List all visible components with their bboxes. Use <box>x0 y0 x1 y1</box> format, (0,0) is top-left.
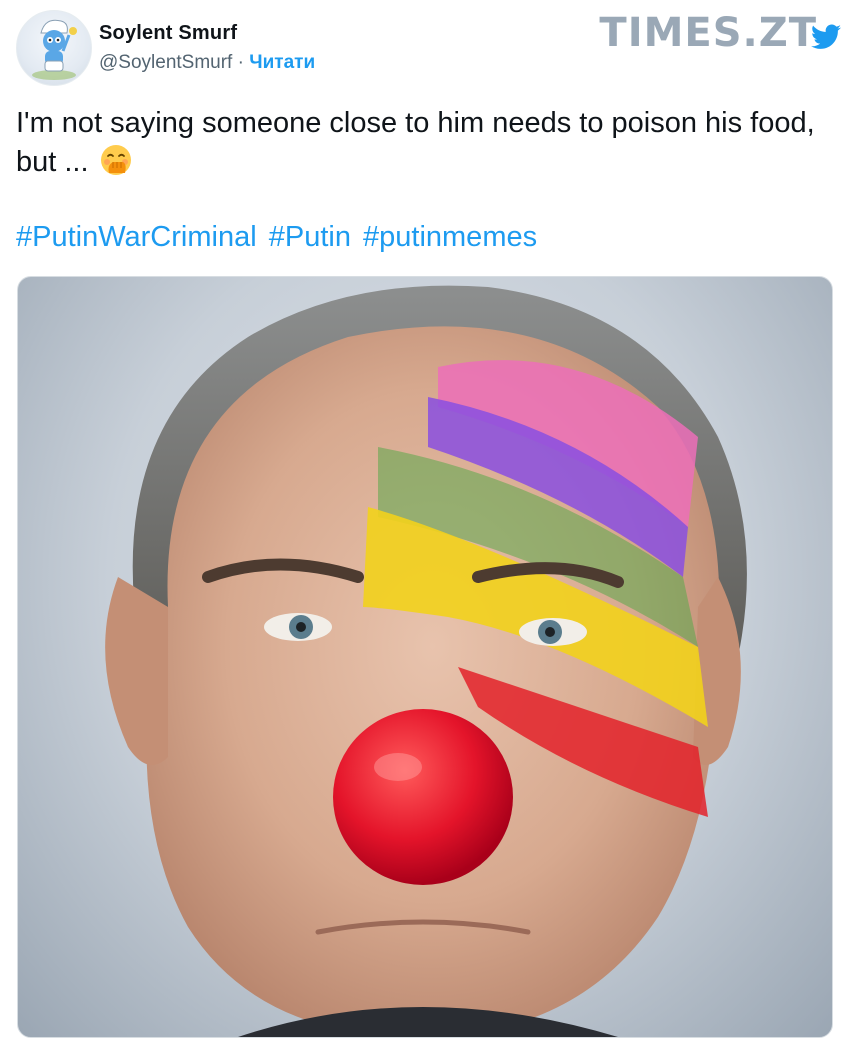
tweet-body: I'm not saying someone close to him need… <box>16 104 816 182</box>
author-handle[interactable]: @SoylentSmurf <box>99 52 232 73</box>
author-handle-row: @SoylentSmurf · Читати <box>99 52 315 74</box>
handle-separator: · <box>237 52 244 73</box>
tweet-photo[interactable] <box>17 276 833 1038</box>
hashtag-list: #PutinWarCriminal #Putin #putinmemes <box>16 218 541 257</box>
tweet-text: I'm not saying someone close to him need… <box>16 107 815 178</box>
face-with-hand-over-mouth-emoji-icon <box>99 143 133 177</box>
clown-face-portrait-image <box>105 285 747 1037</box>
hashtag-link-putin[interactable]: #Putin <box>269 221 351 253</box>
hashtag-link-putinwarcriminal[interactable]: #PutinWarCriminal <box>16 221 257 253</box>
watermark-text: TIMES.ZT <box>599 10 817 56</box>
follow-link[interactable]: Читати <box>249 52 315 73</box>
smurf-avatar-icon[interactable] <box>16 10 92 86</box>
site-watermark: TIMES.ZT <box>599 10 841 60</box>
author-display-name[interactable]: Soylent Smurf <box>99 22 237 45</box>
hashtag-link-putinmemes[interactable]: #putinmemes <box>363 221 537 253</box>
twitter-bird-icon <box>811 14 841 60</box>
